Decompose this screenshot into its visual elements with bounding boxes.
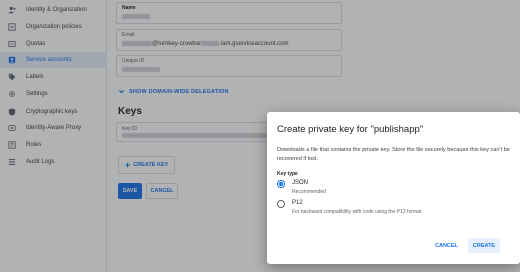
key-type-p12-option[interactable]: P12 For backward compatibility with code…: [277, 200, 421, 215]
json-label: JSON: [292, 180, 309, 186]
json-sublabel: Recommended: [292, 189, 326, 195]
dialog-create-button[interactable]: CREATE: [468, 238, 500, 253]
json-radio[interactable]: [277, 180, 285, 188]
p12-radio[interactable]: [277, 200, 285, 208]
key-type-label: Key type: [277, 171, 298, 177]
create-private-key-dialog: Create private key for "publishapp" Down…: [267, 112, 520, 264]
dialog-description: Downloads a file that contains the priva…: [277, 147, 510, 162]
p12-sublabel: For backward compatibility with code usi…: [292, 209, 422, 215]
dialog-cancel-button[interactable]: CANCEL: [435, 243, 458, 249]
dialog-title: Create private key for "publishapp": [277, 124, 424, 135]
key-type-json-option[interactable]: JSON Recommended: [277, 180, 326, 195]
p12-label: P12: [292, 200, 303, 206]
